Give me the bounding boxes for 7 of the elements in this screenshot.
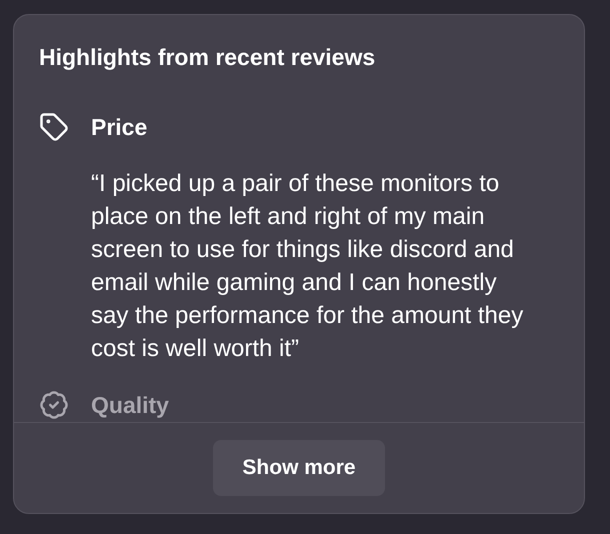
highlight-label: Quality [91, 391, 169, 420]
review-quote: “I picked up a pair of these monitors to place on the left and right of my main screen to use for things like discord and email while gaming and I can honestly say the performance for the amount they cost is well worth it” [90, 169, 524, 364]
badge-check-icon [39, 390, 69, 420]
show-more-button[interactable]: Show more [213, 440, 385, 496]
tag-icon [39, 112, 69, 142]
highlight-label: Price [91, 113, 148, 142]
card-title: Highlights from recent reviews [39, 43, 376, 72]
